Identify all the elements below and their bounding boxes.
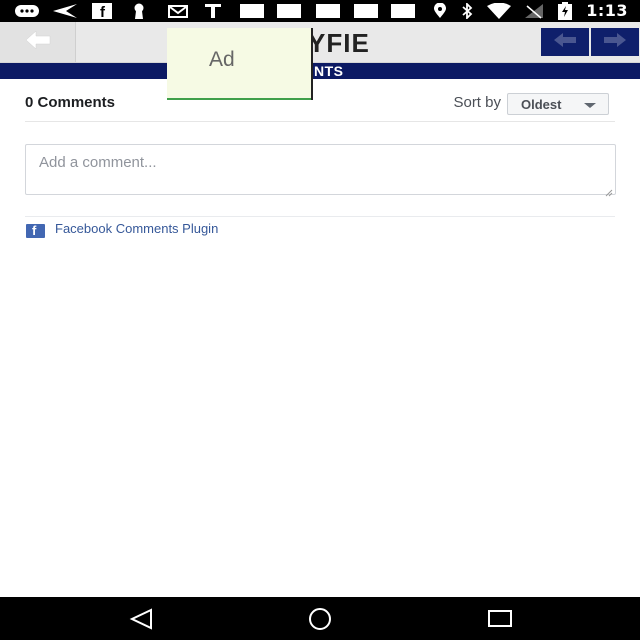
app-header: YFIE [0, 22, 640, 63]
chevron-down-icon [584, 103, 596, 108]
system-nav-bar [0, 597, 640, 640]
resize-handle-icon[interactable] [605, 184, 613, 197]
bluetooth-icon [460, 3, 474, 19]
facebook-comments-plugin-link[interactable]: Facebook Comments Plugin [55, 221, 218, 236]
sort-dropdown[interactable]: Oldest [507, 93, 609, 115]
arrow-right-icon [603, 32, 627, 53]
app-logo-text: YFIE [308, 28, 370, 58]
ad-label: Ad [209, 48, 235, 71]
sort-label: Sort by [453, 94, 501, 111]
sort-value: Oldest [521, 97, 562, 112]
messaging-icon [14, 3, 40, 19]
next-button[interactable] [591, 28, 639, 56]
send-icon [52, 3, 78, 19]
facebook-icon: f [92, 3, 112, 19]
back-triangle-icon[interactable] [126, 607, 156, 631]
battery-charging-icon [557, 2, 573, 20]
comments-header: 0 Comments Sort by Oldest [25, 90, 615, 122]
recents-square-icon[interactable] [485, 607, 515, 631]
keyhole-icon [132, 3, 146, 19]
comment-placeholder: Add a comment... [39, 154, 157, 171]
prev-button[interactable] [541, 28, 589, 56]
clock-time: 1:13 [586, 1, 628, 20]
location-icon [432, 3, 448, 19]
screen: f 1:13 YFIE MENTS Ad 0 Comments Sort by … [0, 0, 640, 640]
mail-icon [168, 3, 188, 19]
back-button[interactable] [0, 22, 76, 62]
arrow-left-icon [24, 29, 52, 55]
notification-block [277, 4, 301, 18]
notification-block [354, 4, 378, 18]
notification-block [240, 4, 264, 18]
notification-block [391, 4, 415, 18]
no-signal-icon [524, 3, 544, 19]
status-bar: f 1:13 [0, 0, 640, 22]
arrow-left-icon [553, 32, 577, 53]
notification-block [316, 4, 340, 18]
page-title-bar: MENTS [0, 63, 640, 79]
comment-count: 0 Comments [25, 94, 116, 111]
facebook-icon: f [26, 223, 45, 238]
home-circle-icon[interactable] [305, 607, 335, 631]
comment-input[interactable]: Add a comment... [25, 144, 616, 197]
text-icon [204, 3, 222, 19]
wifi-icon [486, 3, 512, 19]
divider [25, 216, 615, 217]
